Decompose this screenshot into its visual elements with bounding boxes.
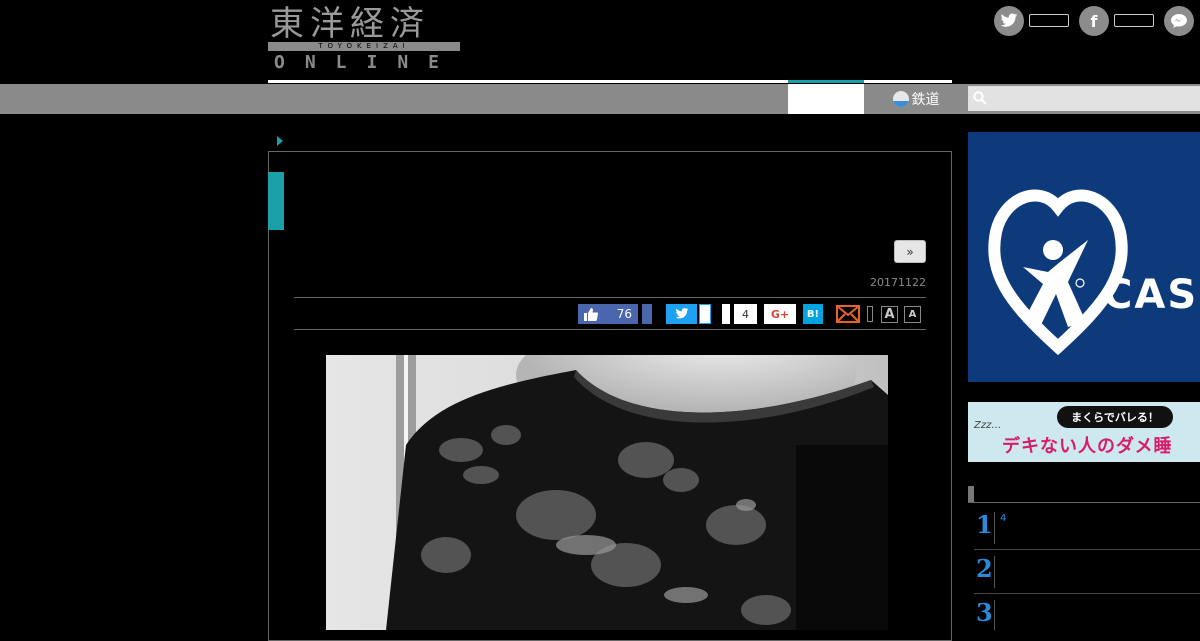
ranking-row-line bbox=[974, 593, 1200, 594]
sidebar-ad-text: CAS bbox=[1103, 272, 1199, 318]
nav-active-indicator bbox=[788, 80, 864, 83]
ranking-divider bbox=[994, 512, 995, 544]
ranking-divider bbox=[994, 556, 995, 588]
mail-icon[interactable] bbox=[836, 305, 860, 323]
thumbs-up-icon bbox=[584, 307, 598, 321]
search-icon bbox=[973, 91, 987, 105]
google-plus-button[interactable]: G+ bbox=[764, 304, 796, 324]
font-size-small-button[interactable]: A bbox=[904, 306, 921, 323]
nav-tab-active[interactable] bbox=[788, 84, 864, 114]
nav-tab-railway-label: 鉄道 bbox=[911, 92, 940, 108]
ranking-header-line bbox=[968, 502, 1200, 503]
chat-icon[interactable] bbox=[1164, 6, 1194, 36]
twitter-icon bbox=[675, 308, 688, 319]
ranking-number: 3 bbox=[976, 598, 993, 627]
facebook-share-button[interactable] bbox=[642, 304, 652, 324]
ranking-number: 2 bbox=[976, 554, 993, 583]
ranking-divider bbox=[994, 600, 995, 630]
hatena-bookmark-button[interactable]: B! bbox=[803, 304, 823, 324]
print-button[interactable] bbox=[867, 306, 873, 322]
logo-roman: TOYOKEIZAI bbox=[318, 42, 410, 50]
divider bbox=[294, 297, 926, 298]
sidebar-ad-headline: デキない人のダメ睡 bbox=[1002, 436, 1173, 457]
facebook-icon[interactable]: f bbox=[1079, 6, 1109, 36]
sidebar-ad-banner[interactable] bbox=[968, 132, 1200, 382]
article-photo-image bbox=[326, 355, 888, 630]
article-date: 20171122 bbox=[870, 276, 926, 289]
font-size-large-button[interactable]: A bbox=[881, 306, 898, 323]
facebook-like-button[interactable]: 76 bbox=[578, 304, 638, 324]
ranking-header-marker bbox=[968, 486, 974, 502]
tweet-count bbox=[699, 304, 711, 324]
article-photo bbox=[326, 355, 888, 630]
logo-online[interactable]: ONLINE bbox=[274, 52, 459, 73]
twitter-count-box bbox=[1029, 14, 1069, 27]
facebook-count-box bbox=[1114, 14, 1154, 27]
more-button[interactable]: » bbox=[894, 240, 926, 263]
charity-heart-logo-icon bbox=[988, 189, 1128, 356]
sidebar-ad-pill: まくらでバレる！ bbox=[1057, 406, 1173, 428]
logo-band: TOYOKEIZAI bbox=[268, 42, 460, 51]
divider bbox=[294, 329, 926, 330]
ranking-item-text[interactable]: 4 bbox=[1000, 513, 1006, 524]
google-count-box bbox=[722, 304, 730, 324]
google-count: 4 bbox=[734, 304, 757, 324]
search-input[interactable] bbox=[968, 86, 1200, 111]
sidebar-ad-zz: Zzz… bbox=[974, 420, 1002, 431]
ranking-row-line bbox=[974, 549, 1200, 550]
logo-kanji[interactable]: 東洋経済 bbox=[270, 4, 430, 44]
ranking-number: 1 bbox=[976, 510, 993, 539]
twitter-icon[interactable] bbox=[994, 6, 1024, 36]
facebook-like-count: 76 bbox=[616, 307, 632, 321]
breadcrumb-arrow-icon bbox=[277, 136, 283, 146]
tweet-button[interactable] bbox=[666, 304, 697, 324]
article-category-tab bbox=[268, 172, 284, 230]
nav-tab-railway[interactable]: 鉄道 bbox=[864, 84, 968, 114]
train-icon bbox=[892, 91, 909, 107]
